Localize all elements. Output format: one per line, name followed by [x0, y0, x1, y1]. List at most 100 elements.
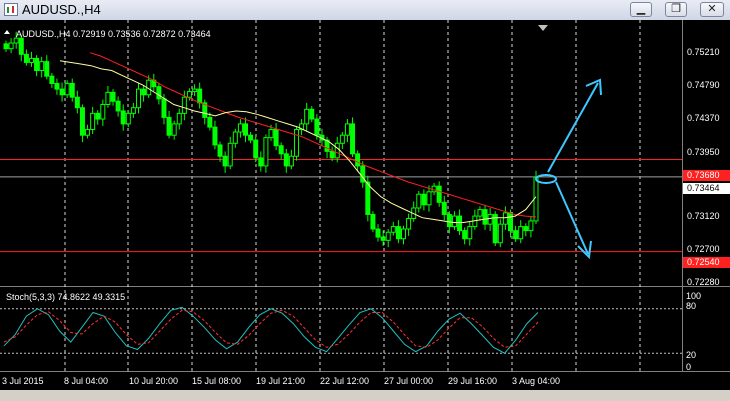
candle-body [523, 226, 529, 232]
candle-body [79, 107, 85, 136]
upper-level-label: 0.73680 [687, 170, 720, 180]
candle-body [181, 96, 187, 114]
close-button[interactable]: ✕ [700, 2, 724, 17]
price-axis: 0.75210 0.74790 0.74370 0.73950 0.73120 … [687, 47, 720, 287]
candle-body [176, 112, 182, 125]
stoch-main-line [3, 306, 539, 354]
candle-body [482, 209, 488, 225]
stoch-tick: 0 [686, 362, 691, 372]
candle-body [406, 218, 412, 230]
candle-body [28, 57, 34, 63]
candle-body [161, 98, 167, 118]
candle-body [248, 134, 254, 141]
candle-body [492, 213, 498, 244]
highlight-ellipse[interactable] [535, 174, 557, 184]
time-axis: 3 Jul 2015 8 Jul 04:00 10 Jul 20:00 15 J… [2, 376, 560, 386]
price-tick: 0.75210 [687, 47, 720, 57]
chart-shift-icon[interactable] [538, 25, 548, 31]
candle-body [54, 82, 60, 90]
candle-body [105, 91, 111, 105]
candle-body [283, 153, 289, 167]
price-tick: 0.72280 [687, 277, 720, 287]
candle-body [350, 123, 356, 155]
candle-body [314, 118, 320, 136]
down-arrow-line[interactable] [555, 181, 589, 255]
down-arrow-head [577, 240, 592, 260]
minimize-button[interactable]: ▁ [630, 2, 652, 17]
candle-body [426, 191, 432, 206]
terminal-window: AUDUSD.,H4 ▁ ❐ ✕ AUDUSD.,H4 0.72919 0.73… [0, 0, 730, 401]
candle-body [339, 134, 345, 144]
chart-header: AUDUSD.,H4 0.72919 0.73536 0.72872 0.734… [16, 29, 211, 39]
time-tick: 10 Jul 20:00 [129, 376, 178, 386]
candle-body [421, 193, 427, 206]
candle-body [375, 228, 381, 238]
collapse-arrow-icon[interactable] [4, 30, 10, 34]
window-titlebar[interactable]: AUDUSD.,H4 ▁ ❐ ✕ [0, 0, 730, 21]
candle-body [293, 129, 299, 157]
time-tick: 3 Jul 2015 [2, 376, 44, 386]
time-tick: 27 Jul 00:00 [384, 376, 433, 386]
price-chart[interactable]: AUDUSD.,H4 0.72919 0.73536 0.72872 0.734… [0, 20, 730, 390]
time-tick: 15 Jul 08:00 [192, 376, 241, 386]
candle-body [232, 131, 238, 144]
price-tick: 0.73120 [687, 211, 720, 221]
candle-body [34, 57, 40, 72]
chart-area[interactable]: AUDUSD.,H4 0.72919 0.73536 0.72872 0.734… [0, 20, 730, 390]
candle-body [513, 230, 519, 240]
candle-body [237, 123, 243, 133]
stoch-tick: 80 [686, 301, 696, 311]
candle-body [390, 226, 396, 233]
price-tick: 0.74790 [687, 80, 720, 90]
stoch-signal-line [3, 309, 539, 348]
restore-button[interactable]: ❐ [665, 2, 687, 17]
candle-body [365, 181, 371, 215]
candle-body [207, 116, 213, 128]
candle-body [385, 231, 391, 241]
time-tick: 19 Jul 21:00 [256, 376, 305, 386]
candle-body [329, 150, 335, 159]
candle-body [59, 88, 65, 96]
candle-body [467, 226, 473, 240]
candle-body [23, 53, 29, 63]
candle-body [416, 193, 422, 209]
candle-body [192, 88, 198, 93]
candle-body [462, 230, 468, 240]
candle-body [263, 137, 269, 167]
candle-body [95, 112, 101, 120]
candle-body [401, 228, 406, 240]
candle-body [74, 96, 80, 109]
candle-body [85, 129, 91, 136]
candle-body [212, 126, 218, 146]
candle-body [355, 153, 361, 167]
candle-body [508, 212, 514, 232]
candle-body [156, 86, 162, 100]
minimize-icon: ▁ [636, 3, 646, 15]
candle-body [497, 223, 503, 244]
candle-body [502, 212, 508, 225]
candle-body [100, 103, 106, 120]
candle-body [110, 91, 116, 102]
candle-body [487, 213, 493, 225]
up-arrow-line[interactable] [547, 82, 599, 173]
candle-body [166, 116, 172, 136]
close-icon: ✕ [707, 3, 717, 15]
candle-body [446, 213, 452, 228]
window-title: AUDUSD.,H4 [22, 2, 101, 17]
candle-body [18, 37, 24, 55]
candle-body [528, 220, 534, 232]
candle-body [304, 108, 310, 125]
candle-body [3, 43, 9, 50]
candle-body [64, 82, 70, 96]
stoch-tick: 20 [686, 350, 696, 360]
candle-body [273, 129, 279, 147]
time-tick: 22 Jul 12:00 [320, 376, 369, 386]
candle-body [8, 42, 14, 50]
candle-body [518, 226, 524, 240]
candle-body [395, 226, 401, 240]
candle-body [186, 91, 192, 98]
horizontal-levels[interactable] [0, 158, 682, 253]
candle-body [258, 157, 264, 167]
candle-body [120, 110, 126, 125]
restore-icon: ❐ [671, 3, 681, 15]
